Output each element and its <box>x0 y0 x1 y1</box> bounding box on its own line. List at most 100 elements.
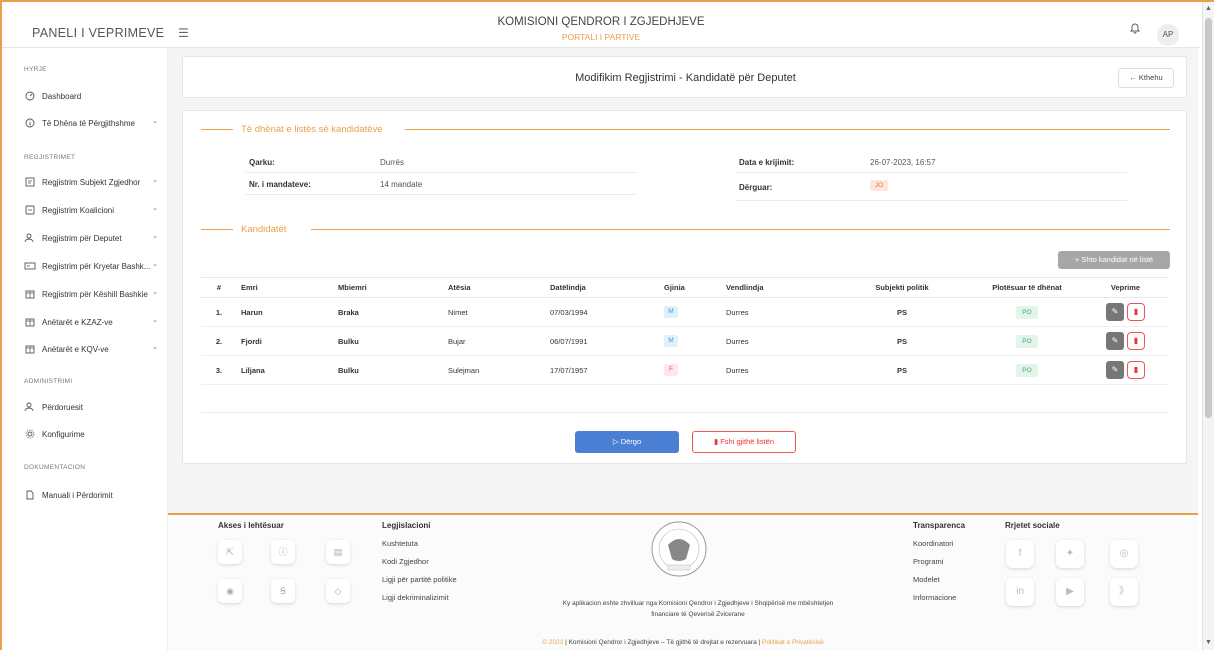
footer-link[interactable]: Kodi Zgjedhor <box>382 557 429 566</box>
document-icon[interactable]: ▤ <box>326 540 350 564</box>
building-icon <box>25 345 35 354</box>
footer: Akses i lehtësuar ⇱ ⓘ ▤ ◉ Ꞩ ◇ Legjislaci… <box>168 513 1198 650</box>
chevron-down-icon: ⌄ <box>152 118 158 125</box>
divider <box>201 412 1169 413</box>
registration-card: Të dhënat e listës së kandidatëve Qarku:… <box>182 110 1187 464</box>
scroll-down-icon[interactable]: ▼ <box>1205 639 1212 646</box>
info-icon[interactable]: ⓘ <box>271 540 295 564</box>
sidebar-heading-administrimi: ADMINISTRIMI <box>24 378 73 385</box>
sidebar-item-regj-subjekt[interactable]: Regjistrim Subjekt Zgjedhor ⌄ <box>24 175 164 189</box>
edit-icon[interactable]: ✎ <box>1106 332 1124 350</box>
field-mandate: Nr. i mandateve: 14 mandate <box>245 173 637 195</box>
trash-icon[interactable]: ▮ <box>1127 303 1145 321</box>
footer-link[interactable]: Programi <box>913 557 943 566</box>
youtube-icon[interactable]: ▶ <box>1056 578 1084 606</box>
edit-icon[interactable]: ✎ <box>1106 303 1124 321</box>
field-value: Durrës <box>380 158 405 167</box>
sidebar-item-label: Anëtarët e KQV-ve <box>42 344 109 354</box>
cell-atesia: Sulejman <box>444 355 546 385</box>
sidebar-item-regj-koalicioni[interactable]: Regjistrim Koalicioni ⌄ <box>24 203 164 217</box>
sidebar-item-perdoruesit[interactable]: Përdoruesit <box>24 400 164 414</box>
register-icon <box>25 177 35 187</box>
cell-gjinia: M <box>660 326 722 356</box>
footer-description: Ky aplikacion eshte zhvilluar nga Komisi… <box>508 598 888 620</box>
gender-badge: F <box>664 364 678 376</box>
chevron-down-icon: ⌄ <box>152 344 158 351</box>
avatar[interactable]: AP <box>1157 24 1179 46</box>
column-header: Plotësuar të dhënat <box>972 277 1082 298</box>
chevron-down-icon: ⌄ <box>152 261 158 268</box>
footer-link[interactable]: Ligji për partitë politike <box>382 575 457 584</box>
back-button[interactable]: ← Kthehu <box>1118 68 1174 88</box>
page-header-card: Modifikim Regjistrimi - Kandidatë për De… <box>182 56 1187 98</box>
sidebar-item-konfigurime[interactable]: Konfigurime <box>24 427 164 441</box>
section-divider <box>201 229 233 230</box>
add-candidate-button[interactable]: + Shto kandidat në listë <box>1058 251 1170 269</box>
field-data-krijimit: Data e krijimit: 26-07-2023, 16:57 <box>735 151 1127 173</box>
gender-badge: M <box>664 335 678 347</box>
scrollbar[interactable]: ▲ ▼ <box>1202 2 1214 650</box>
sidebar-item-regj-deputet[interactable]: Regjistrim për Deputet ⌄ <box>24 231 164 245</box>
edit-icon[interactable]: ✎ <box>1106 361 1124 379</box>
chevron-down-icon: ⌄ <box>152 317 158 324</box>
cell-atesia: Nimet <box>444 297 546 327</box>
cell-vendlindja: Durres <box>722 326 832 356</box>
bell-icon[interactable] <box>1129 22 1141 34</box>
cell-vendlindja: Durres <box>722 355 832 385</box>
sidebar-heading-hyrje: HYRJE <box>24 66 47 73</box>
field-value: 26-07-2023, 16:57 <box>870 158 936 167</box>
trash-icon[interactable]: ▮ <box>1127 332 1145 350</box>
column-header: Emri <box>237 277 334 298</box>
footer-link[interactable]: Koordinatori <box>913 539 953 548</box>
field-label: Qarku: <box>249 158 275 167</box>
cell-mbiemri: Bulku <box>334 326 444 356</box>
chevron-down-icon: ⌄ <box>152 233 158 240</box>
privacy-link[interactable]: Politikat e Privatësisë <box>762 639 824 646</box>
cell-subjekti: PS <box>832 297 972 327</box>
column-header: Vendlindja <box>722 277 832 298</box>
header-title: KOMISIONI QENDROR I ZGJEDHJEVE <box>497 16 705 28</box>
text-size-icon[interactable]: Ꞩ <box>271 579 295 603</box>
delete-all-button[interactable]: ▮ Fshi gjithë listën <box>692 431 796 453</box>
column-header: Datëlindja <box>546 277 660 298</box>
twitter-icon[interactable]: ✦ <box>1056 540 1084 568</box>
trash-icon[interactable]: ▮ <box>1127 361 1145 379</box>
field-value: JO <box>870 180 889 191</box>
footer-description-line: Ky aplikacion eshte zhvilluar nga Komisi… <box>562 600 834 607</box>
facebook-icon[interactable]: f <box>1006 540 1034 568</box>
sidebar-item-label: Regjistrim për Kryetar Bashk... <box>42 261 151 271</box>
gear-icon <box>25 429 35 439</box>
users-icon <box>24 402 34 412</box>
footer-link[interactable]: Kushtetuta <box>382 539 418 548</box>
scroll-up-icon[interactable]: ▲ <box>1205 5 1212 12</box>
instagram-icon[interactable]: ◎ <box>1110 540 1138 568</box>
contrast-icon[interactable]: ◇ <box>326 579 350 603</box>
copyright-text: | Komisioni Qendror i Zgjedhjeve – Të gj… <box>565 639 761 646</box>
cell-gjinia: F <box>660 355 722 385</box>
delete-all-label: Fshi gjithë listën <box>720 437 774 446</box>
cell-num: 1. <box>201 297 237 327</box>
footer-link[interactable]: Modelet <box>913 575 940 584</box>
building-icon <box>25 318 35 327</box>
scrollbar-thumb[interactable] <box>1205 18 1212 418</box>
linkedin-icon[interactable]: in <box>1006 578 1034 606</box>
sidebar-item-manuali[interactable]: Manuali i Përdorimit <box>24 488 164 502</box>
sidebar-item-kzaz[interactable]: Anëtarët e KZAZ-ve ⌄ <box>24 315 164 329</box>
send-button[interactable]: ▷ Dërgo <box>575 431 679 453</box>
cursor-icon[interactable]: ⇱ <box>218 540 242 564</box>
sidebar-item-kqv[interactable]: Anëtarët e KQV-ve ⌄ <box>24 342 164 356</box>
main-content: Modifikim Regjistrimi - Kandidatë për De… <box>168 48 1198 650</box>
sidebar-heading-dokumentacion: DOKUMENTACION <box>24 464 86 471</box>
sidebar-item-regj-keshill[interactable]: Regjistrim për Këshill Bashkie ⌄ <box>24 287 164 301</box>
sidebar-item-dashboard[interactable]: Dashboard <box>24 89 164 103</box>
field-derguar: Dërguar: JO <box>735 173 1127 201</box>
field-label: Dërguar: <box>739 183 773 192</box>
sidebar-item-regj-kryetar[interactable]: Regjistrim për Kryetar Bashk... ⌄ <box>24 259 164 273</box>
document-icon <box>26 490 34 500</box>
top-bar: PANELI I VEPRIMEVE ☰ KOMISIONI QENDROR I… <box>2 2 1200 48</box>
rss-icon[interactable]: 》 <box>1110 578 1138 606</box>
footer-link[interactable]: Ligji dekriminalizimit <box>382 593 449 602</box>
sidebar-item-te-dhena[interactable]: Të Dhëna të Përgjithshme ⌄ <box>24 116 164 130</box>
eye-icon[interactable]: ◉ <box>218 579 242 603</box>
footer-link[interactable]: Informacione <box>913 593 956 602</box>
